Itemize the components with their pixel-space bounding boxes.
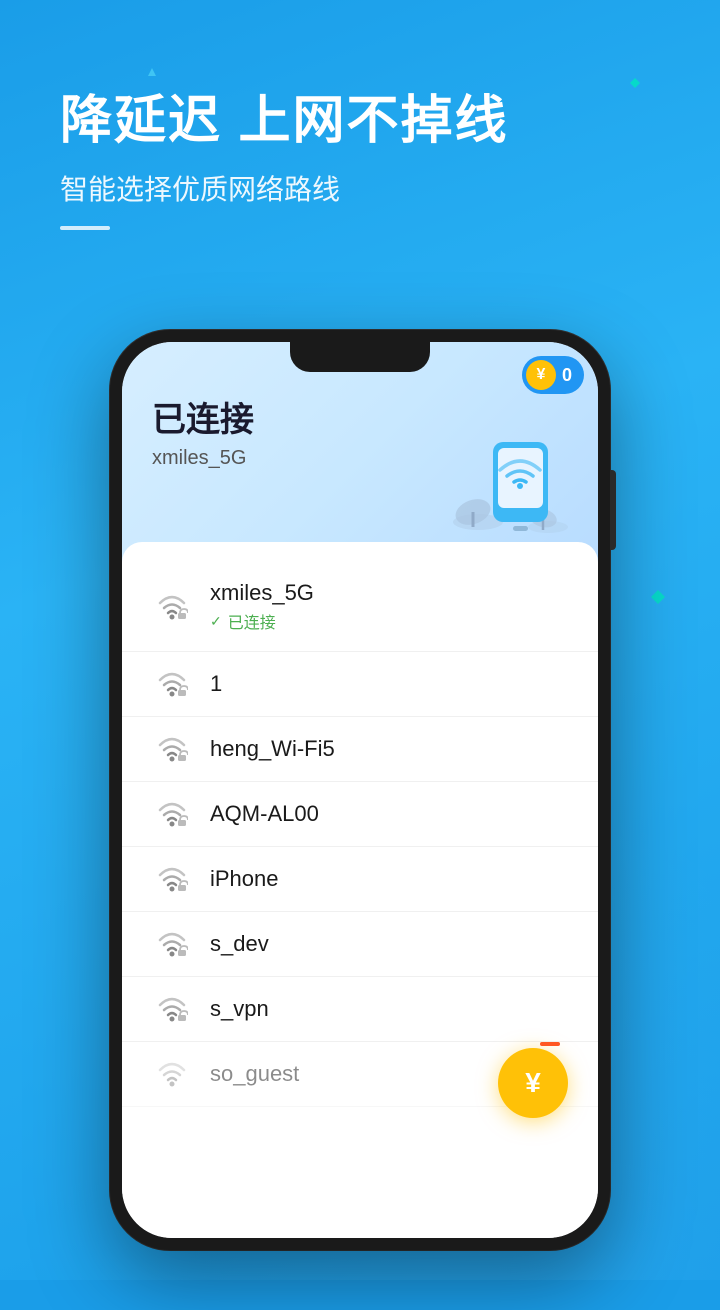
float-coin-button[interactable]: ¥ [498,1048,568,1118]
wifi-icon-wrap [152,735,192,763]
wifi-icon-wrap [152,995,192,1023]
network-info: s_dev [210,931,568,957]
wifi-icon [156,1060,188,1088]
main-title: 降延迟 上网不掉线 [60,90,660,152]
network-ssid: s_dev [210,931,568,957]
network-info: heng_Wi-Fi5 [210,736,568,762]
network-ssid: s_vpn [210,996,568,1022]
network-info: iPhone [210,866,568,892]
network-item[interactable]: 1 [122,652,598,717]
network-ssid: AQM-AL00 [210,801,568,827]
network-item[interactable]: heng_Wi-Fi5 [122,717,598,782]
screen-header: ¥ 0 已连接 xmiles_5G [122,342,598,562]
network-item[interactable]: AQM-AL00 [122,782,598,847]
network-ssid: xmiles_5G [210,580,568,606]
main-subtitle: 智能选择优质网络路线 [60,168,660,208]
wave-divider [122,542,598,562]
wifi-icon [156,735,188,763]
connected-status-text: 已连接 [228,609,276,633]
wifi-icon [156,670,188,698]
network-item[interactable]: s_dev [122,912,598,977]
network-ssid: heng_Wi-Fi5 [210,736,568,762]
wifi-icon [156,995,188,1023]
phone-inner: ¥ 0 已连接 xmiles_5G [122,342,598,1238]
header-section: 降延迟 上网不掉线 智能选择优质网络路线 [60,90,660,230]
coin-count: 0 [562,365,572,386]
network-list: xmiles_5G ✓ 已连接 [122,562,598,1238]
phone-outer-shell: ¥ 0 已连接 xmiles_5G [110,330,610,1250]
coin-icon: ¥ [526,360,556,390]
wifi-icon-wrap [152,593,192,621]
wifi-icon-wrap [152,670,192,698]
float-coin-icon: ¥ [525,1067,541,1099]
network-item[interactable]: s_vpn [122,977,598,1042]
wifi-icon [156,930,188,958]
network-info: xmiles_5G ✓ 已连接 [210,580,568,633]
wifi-icon-wrap [152,800,192,828]
network-info: s_vpn [210,996,568,1022]
connected-sub: ✓ 已连接 [210,609,568,633]
network-item[interactable]: iPhone [122,847,598,912]
network-info: AQM-AL00 [210,801,568,827]
wifi-icon [156,865,188,893]
phone-notch [290,342,430,372]
network-item[interactable]: xmiles_5G ✓ 已连接 [122,562,598,652]
wifi-icon [156,593,188,621]
network-ssid: 1 [210,671,568,697]
header-underline [60,226,110,230]
phone-mockup: ¥ 0 已连接 xmiles_5G [110,330,610,1310]
phone-screen: ¥ 0 已连接 xmiles_5G [122,342,598,1238]
coin-badge[interactable]: ¥ 0 [522,356,584,394]
network-ssid-iphone: iPhone [210,866,568,892]
check-icon: ✓ [210,613,222,630]
wifi-icon [156,800,188,828]
phone-illustration [448,422,578,552]
wifi-icon-wrap [152,930,192,958]
network-info: 1 [210,671,568,697]
float-dash [540,1042,560,1046]
wifi-icon-wrap [152,1060,192,1088]
wifi-icon-wrap [152,865,192,893]
